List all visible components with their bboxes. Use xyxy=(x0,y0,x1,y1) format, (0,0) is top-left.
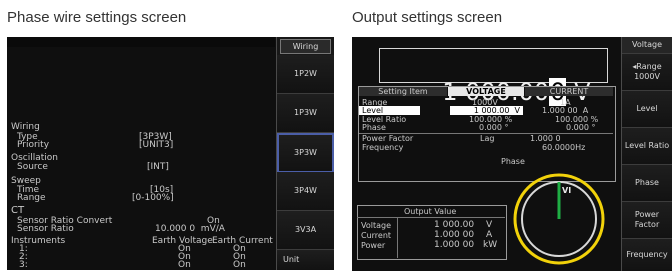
wiring-softkey-column: Wiring 1P2W 1P3W 3P3W 3P4W 3V3A Unit xyxy=(276,37,334,270)
wiring-priority-value[interactable]: [UNIT3] xyxy=(139,140,173,150)
phase-diagram: VI xyxy=(513,173,605,265)
output-power-label: Power xyxy=(361,241,386,250)
phase-diagram-label: Phase xyxy=(501,157,525,166)
sweep-range-label: Range xyxy=(17,193,46,203)
output-value-title: Output Value xyxy=(404,207,457,216)
instrument-row-3-voltage[interactable]: On xyxy=(178,260,191,270)
softkey-3p3w[interactable]: 3P3W xyxy=(277,133,334,173)
output-power-unit: kW xyxy=(483,240,498,250)
softkey-1p3w[interactable]: 1P3W xyxy=(277,94,334,133)
output-screen: 1 000.000 V Setting Item VOLTAGE CURRENT… xyxy=(352,37,672,271)
wiring-section-title: Wiring xyxy=(11,122,40,132)
output-current-label: Current xyxy=(361,231,392,240)
frequency-label: Frequency xyxy=(362,143,404,152)
ct-ratio-label: Sensor Ratio xyxy=(17,224,74,234)
wiring-menu-title: Wiring xyxy=(280,39,331,54)
output-current-unit: A xyxy=(486,230,493,240)
header-setting-item: Setting Item xyxy=(359,87,447,96)
sweep-range-value[interactable]: [0-100%] xyxy=(132,193,174,203)
row-phase-voltage[interactable]: 0.000 ° xyxy=(479,123,508,132)
power-factor-value[interactable]: 1.000 0 xyxy=(530,134,561,143)
instrument-row-3-current[interactable]: On xyxy=(233,260,246,270)
output-voltage-label: Voltage xyxy=(361,221,392,230)
wiring-priority-label: Priority xyxy=(17,140,50,150)
power-factor-label: Power Factor xyxy=(362,134,414,143)
main-value-display[interactable]: 1 000.000 V xyxy=(379,48,608,106)
phase-vector-label: VI xyxy=(562,186,571,195)
softkey-phase[interactable]: Phase xyxy=(622,165,672,202)
oscillation-source-value[interactable]: [INT] xyxy=(147,162,169,172)
softkey-3p4w[interactable]: 3P4W xyxy=(277,172,334,211)
softkey-level[interactable]: Level xyxy=(622,91,672,128)
frequency-value[interactable]: 60.0000Hz xyxy=(542,143,585,152)
output-voltage-value: 1 000.00 xyxy=(434,220,475,230)
row-level-current[interactable]: 1.000 00 A xyxy=(542,106,588,115)
header-voltage[interactable]: VOLTAGE xyxy=(448,87,524,96)
softkey-frequency[interactable]: Frequency xyxy=(622,239,672,271)
ct-ratio-value[interactable]: 10.000 0 mV/A xyxy=(155,224,225,234)
instrument-row-3-num: 3: xyxy=(19,260,28,270)
softkey-voltage-title[interactable]: Voltage xyxy=(622,37,672,54)
output-value-col-divider xyxy=(397,218,398,258)
softkey-range[interactable]: ◂Range 1000V xyxy=(622,54,672,91)
output-voltage-unit: V xyxy=(486,220,493,230)
wiring-screen: Wiring Type [3P3W] Priority [UNIT3] Osci… xyxy=(7,37,334,270)
output-softkey-column: Voltage ◂Range 1000V Level Level Ratio P… xyxy=(621,37,672,271)
oscillation-source-label: Source xyxy=(17,162,48,172)
row-level-voltage[interactable]: 1 000.00 V xyxy=(450,106,523,115)
output-value-divider xyxy=(357,217,505,218)
output-current-value: 1.000 00 xyxy=(434,230,475,240)
softkey-3v3a[interactable]: 3V3A xyxy=(277,211,334,250)
softkey-1p2w[interactable]: 1P2W xyxy=(277,55,334,94)
power-factor-lag[interactable]: Lag xyxy=(480,134,494,143)
caption-left: Phase wire settings screen xyxy=(7,9,187,26)
softkey-range-label: Range 1000V xyxy=(634,62,662,81)
output-power-value: 1.000 00 xyxy=(434,240,475,250)
row-phase-label: Phase xyxy=(362,123,386,132)
row-phase-current[interactable]: 0.000 ° xyxy=(566,123,595,132)
softkey-unit[interactable]: Unit xyxy=(277,250,334,270)
wiring-top-bar xyxy=(7,37,275,47)
row-level-label: Level xyxy=(359,106,420,115)
caption-right: Output settings screen xyxy=(352,9,503,26)
header-current[interactable]: CURRENT xyxy=(525,87,613,96)
softkey-power-factor[interactable]: Power Factor xyxy=(622,202,672,239)
ct-title: CT xyxy=(11,205,25,216)
softkey-level-ratio[interactable]: Level Ratio xyxy=(622,128,672,165)
